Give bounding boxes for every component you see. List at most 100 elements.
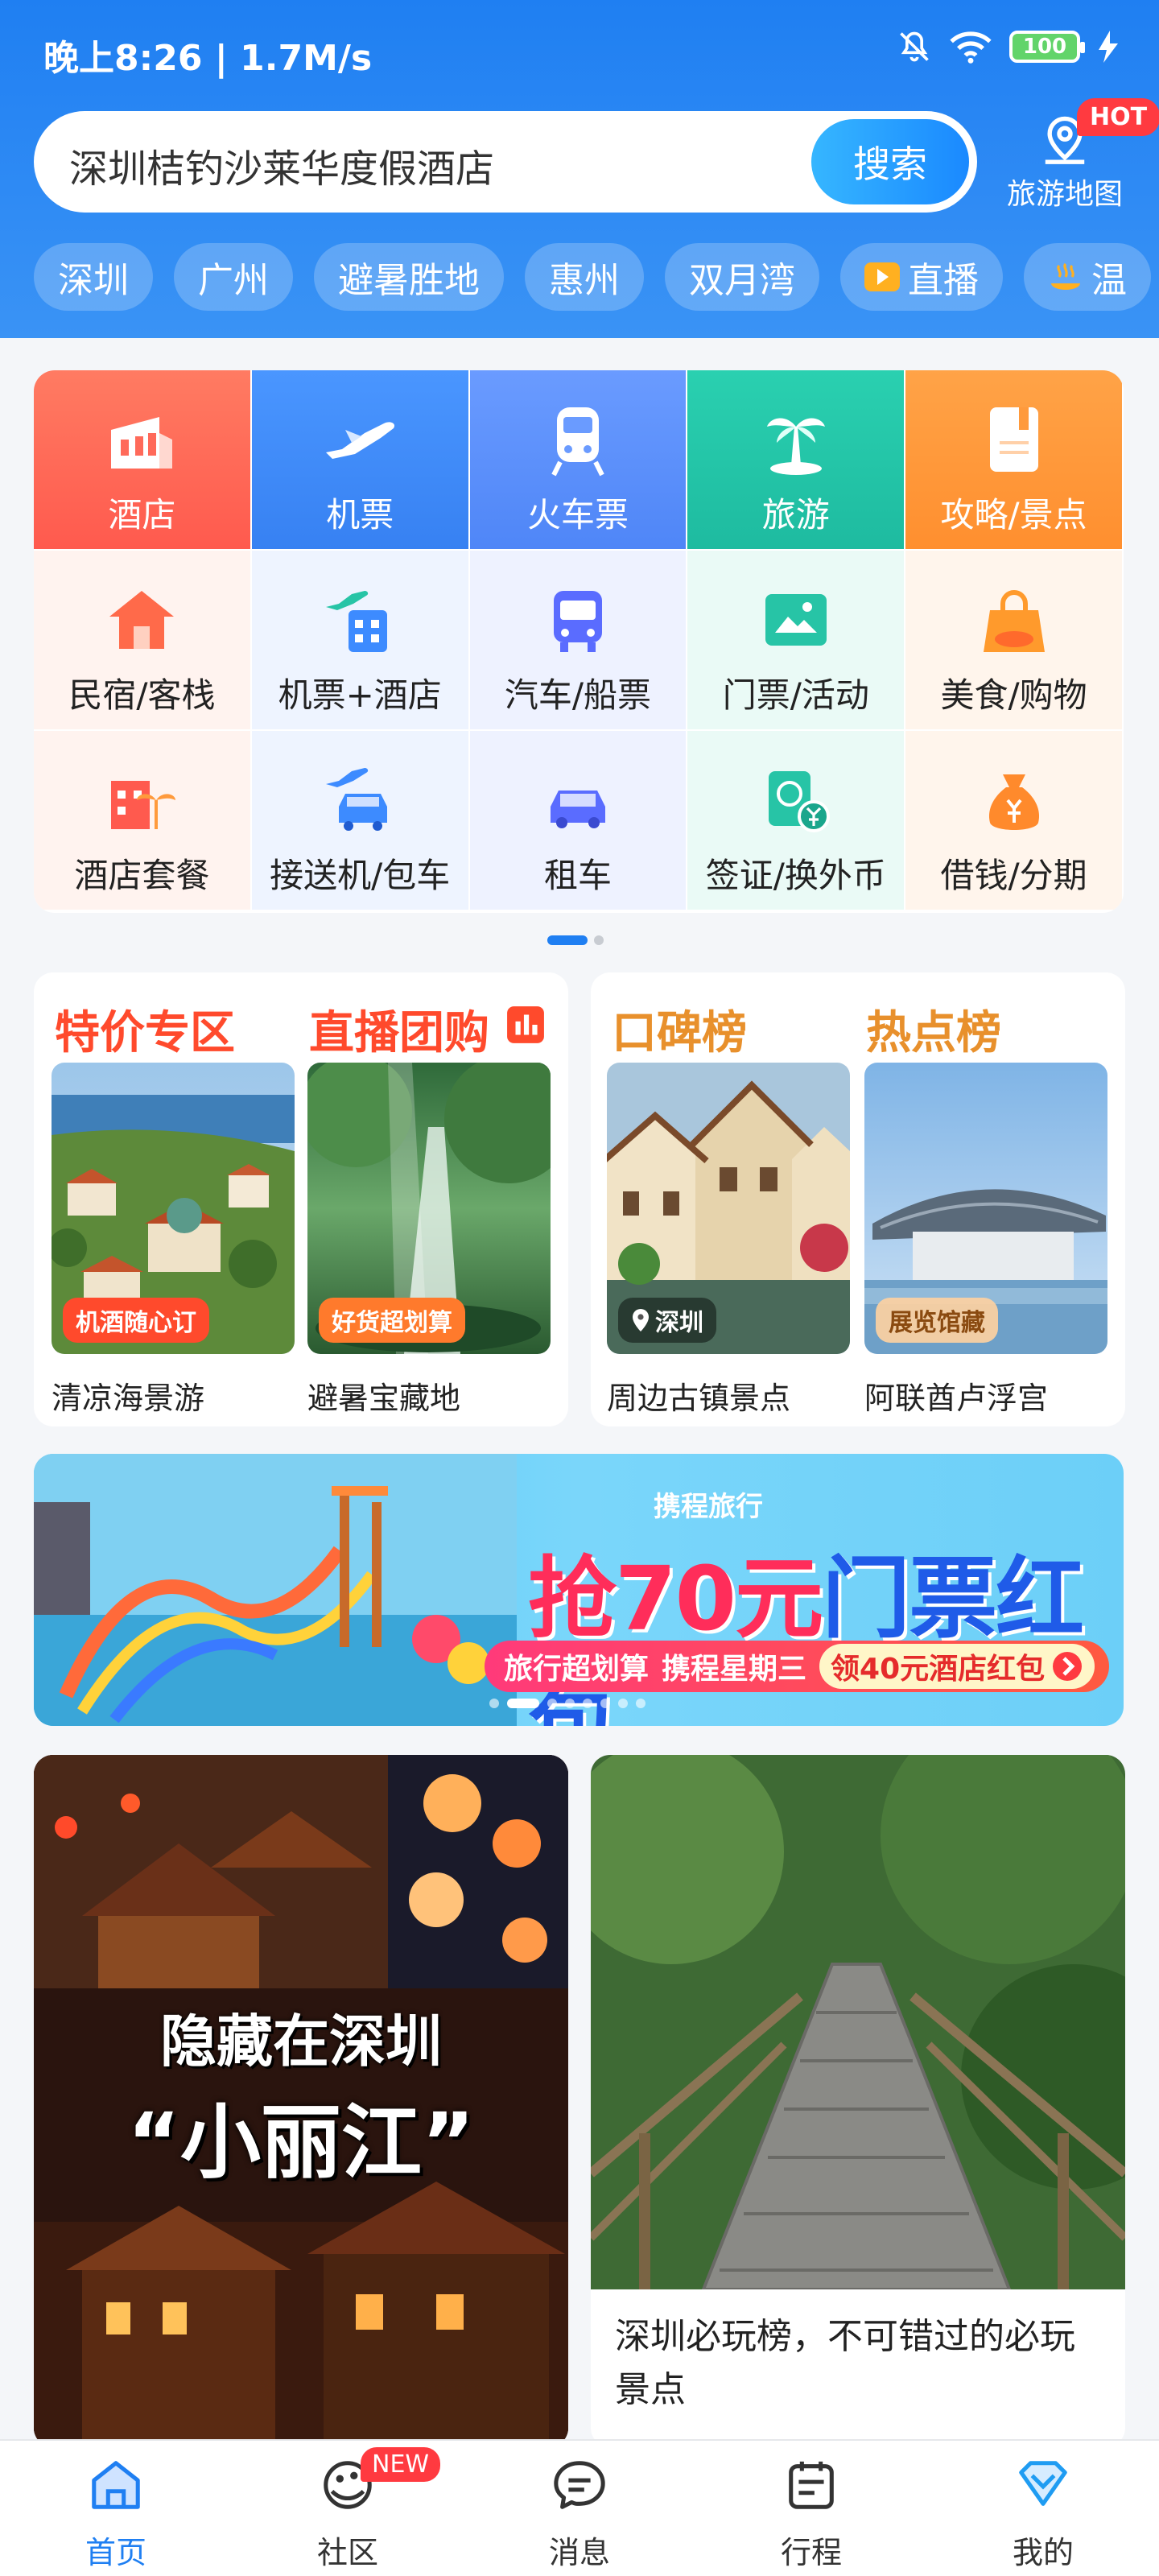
search-button[interactable]: 搜索 xyxy=(811,119,969,204)
charging-icon xyxy=(1099,31,1118,63)
nav-messages[interactable]: 消息 xyxy=(464,2441,695,2576)
nav-profile-label: 我的 xyxy=(1012,2535,1074,2570)
service-homestay-label: 民宿/客栈 xyxy=(68,675,216,715)
travel-map-label: 旅游地图 xyxy=(1006,178,1123,211)
hotel-package-icon xyxy=(111,781,176,829)
chip-summer-resort[interactable]: 避暑胜地 xyxy=(314,243,504,311)
ticket-icon xyxy=(765,594,827,646)
service-train-label: 火车票 xyxy=(526,495,629,535)
promo-tag-location: 深圳 xyxy=(618,1298,716,1343)
service-tickets[interactable]: 门票/活动 xyxy=(687,551,906,731)
service-loan-installment[interactable]: 借钱/分期 xyxy=(905,731,1124,911)
service-grid: 酒店 机票 火车票 旅游 攻略/景点 民宿/客栈 机票+酒店 汽车/船票 门票/… xyxy=(34,370,1124,913)
chip-huizhou[interactable]: 惠州 xyxy=(525,243,644,311)
feed-card-little-lijiang[interactable]: 隐藏在深圳 “小丽江” xyxy=(34,1755,568,2447)
promo-caption-louvre-abu-dhabi: 阿联酋卢浮宫 xyxy=(864,1381,1049,1416)
promo-caption-summer-escape: 避暑宝藏地 xyxy=(307,1381,461,1416)
service-hotel-package[interactable]: 酒店套餐 xyxy=(34,731,252,911)
app-screen: 晚上8:26 | 1.7M/s 100 深圳桔钓沙莱华度假酒店 搜索 HOT 旅… xyxy=(0,0,1159,2576)
house-icon xyxy=(109,591,175,649)
banner-strip-wednesday: 携程星期三 xyxy=(662,1653,807,1686)
banner-dot xyxy=(489,1699,499,1708)
page-dot-active xyxy=(547,935,588,945)
service-guide[interactable]: 攻略/景点 xyxy=(905,370,1124,551)
service-flight-hotel[interactable]: 机票+酒店 xyxy=(251,551,470,731)
banner-strip: 旅行超划算 携程星期三 领40元酒店红包 xyxy=(485,1641,1109,1692)
promo-caption-ancient-town: 周边古镇景点 xyxy=(607,1381,791,1416)
service-tourism[interactable]: 旅游 xyxy=(687,370,906,551)
hot-badge: HOT xyxy=(1077,98,1159,136)
bottom-nav: 首页 NEW 社区 消息 行程 我的 xyxy=(0,2439,1159,2576)
service-bus-boat[interactable]: 汽车/船票 xyxy=(469,551,688,731)
promo-tag-great-deals: 好货超划算 xyxy=(319,1298,465,1343)
money-bag-icon xyxy=(988,774,1039,830)
new-badge: NEW xyxy=(361,2447,441,2482)
service-car-rental[interactable]: 租车 xyxy=(469,731,688,911)
promo-title-reputation[interactable]: 口碑榜 xyxy=(612,997,747,1062)
service-flight[interactable]: 机票 xyxy=(251,370,470,551)
feed-title-line2: “小丽江” xyxy=(127,2095,475,2190)
status-bar: 晚上8:26 | 1.7M/s 100 xyxy=(0,0,1159,105)
chip-shuangyuewan[interactable]: 双月湾 xyxy=(665,243,819,311)
banner-cta-label: 领40元酒店红包 xyxy=(831,1653,1046,1686)
chip-shenzhen[interactable]: 深圳 xyxy=(34,243,153,311)
promo-image-louvre-abu-dhabi[interactable]: 展览馆藏 xyxy=(864,1063,1107,1354)
feed-card-must-visit[interactable]: 深圳必玩榜，不可错过的必玩景点 xyxy=(591,1755,1125,2447)
chip-hot-spring[interactable]: 温 xyxy=(1024,243,1151,311)
service-hotel[interactable]: 酒店 xyxy=(34,370,252,551)
search-input[interactable]: 深圳桔钓沙莱华度假酒店 搜索 xyxy=(34,111,977,213)
promo-card-rankings: 口碑榜 热点榜 深圳 周边古镇景点 展览馆藏 阿联酋卢浮宫 xyxy=(591,972,1125,1426)
service-loan-installment-label: 借钱/分期 xyxy=(940,856,1087,895)
service-train[interactable]: 火车票 xyxy=(469,370,688,551)
promo-title-special-price[interactable]: 特价专区 xyxy=(55,997,235,1062)
palm-tree-icon xyxy=(766,418,825,475)
promo-title-live-group[interactable]: 直播团购 xyxy=(309,997,489,1062)
promo-image-ancient-town[interactable]: 深圳 xyxy=(607,1063,850,1354)
chip-hot-spring-label: 温 xyxy=(1091,260,1127,301)
message-icon xyxy=(554,2461,605,2509)
service-visa-currency[interactable]: 签证/换外币 xyxy=(687,731,906,911)
banner-dot xyxy=(618,1699,628,1708)
banner-cta-button[interactable]: 领40元酒店红包 xyxy=(819,1644,1095,1689)
promo-image-sea-view[interactable]: 机酒随心订 xyxy=(52,1063,295,1354)
airport-transfer-icon xyxy=(326,768,388,831)
banner-brand: 携程旅行 xyxy=(654,1491,763,1523)
promo-banner[interactable]: 携程旅行 抢70元门票红包 旅行超划算 携程星期三 领40元酒店红包 xyxy=(34,1454,1124,1726)
shopping-bag-icon xyxy=(983,590,1045,652)
search-input-value: 深圳桔钓沙莱华度假酒店 xyxy=(69,147,495,192)
service-airport-transfer[interactable]: 接送机/包车 xyxy=(251,731,470,911)
promo-tag-exhibition: 展览馆藏 xyxy=(876,1298,998,1343)
wifi-icon xyxy=(950,31,992,64)
mute-bell-icon xyxy=(900,31,929,62)
city-chips: 深圳 广州 避暑胜地 惠州 双月湾 直播 温 xyxy=(34,243,1159,312)
nav-itinerary[interactable]: 行程 xyxy=(695,2441,927,2576)
service-homestay[interactable]: 民宿/客栈 xyxy=(34,551,252,731)
promo-title-trending[interactable]: 热点榜 xyxy=(866,997,1001,1062)
nav-community[interactable]: NEW 社区 xyxy=(232,2441,464,2576)
service-guide-label: 攻略/景点 xyxy=(940,495,1087,535)
banner-dot xyxy=(600,1699,610,1708)
service-food-shopping[interactable]: 美食/购物 xyxy=(905,551,1124,731)
car-icon xyxy=(550,791,605,828)
service-hotel-package-label: 酒店套餐 xyxy=(74,856,210,895)
nav-home-label: 首页 xyxy=(85,2535,146,2570)
nav-itinerary-label: 行程 xyxy=(780,2535,842,2570)
train-icon xyxy=(551,407,604,477)
forest-stairs-image xyxy=(591,1755,1125,2289)
status-icons: 100 xyxy=(897,29,1119,64)
banner-title: 抢70元门票红包 xyxy=(528,1526,1124,1726)
water-park-image xyxy=(34,1454,517,1726)
banner-dot xyxy=(565,1699,575,1708)
service-flight-label: 机票 xyxy=(326,495,394,535)
service-row-primary: 酒店 机票 火车票 旅游 攻略/景点 xyxy=(34,370,1124,551)
live-play-icon xyxy=(864,262,900,291)
page-dot xyxy=(594,935,604,945)
location-pin-icon xyxy=(633,1309,649,1331)
nav-profile[interactable]: 我的 xyxy=(927,2441,1159,2576)
service-tickets-label: 门票/活动 xyxy=(722,675,869,715)
chip-live[interactable]: 直播 xyxy=(840,243,1003,311)
chip-guangzhou[interactable]: 广州 xyxy=(174,243,293,311)
nav-home[interactable]: 首页 xyxy=(0,2441,232,2576)
promo-image-summer-escape[interactable]: 好货超划算 xyxy=(307,1063,551,1354)
live-chart-icon xyxy=(507,1006,544,1043)
